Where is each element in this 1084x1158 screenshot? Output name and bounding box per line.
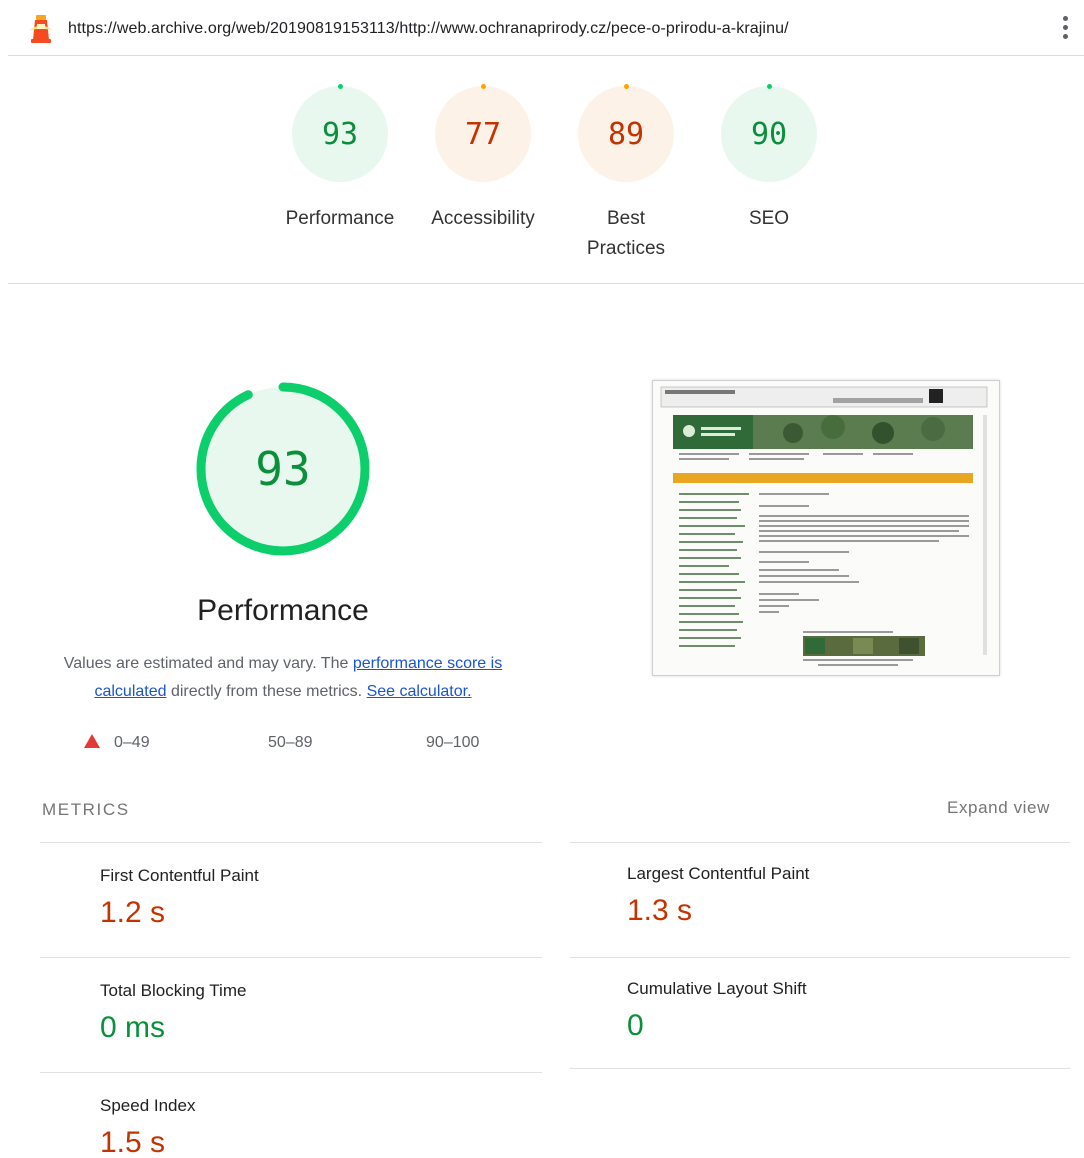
performance-score: 93 bbox=[255, 442, 311, 496]
category-gauges: 93 Performance 77 Accessibility 89 Best … bbox=[0, 56, 1084, 284]
metric-label: Cumulative Layout Shift bbox=[627, 979, 807, 998]
gauge-accessibility[interactable]: 77 Accessibility bbox=[413, 84, 553, 234]
metrics-heading: METRICS bbox=[42, 800, 130, 819]
gauge-score: 89 bbox=[578, 84, 674, 182]
gauge-score: 77 bbox=[435, 84, 531, 182]
more-vert-icon[interactable] bbox=[1060, 16, 1070, 44]
metric-cumulative-layout-shift: Cumulative Layout Shift 0 bbox=[627, 979, 807, 1043]
gauge-best-practices[interactable]: 89 Best Practices bbox=[556, 84, 696, 264]
metric-speed-index: Speed Index 1.5 s bbox=[100, 1096, 195, 1158]
metric-value: 1.3 s bbox=[627, 894, 693, 927]
url-bar: https://web.archive.org/web/201908191531… bbox=[8, 0, 1084, 56]
metric-label: Speed Index bbox=[100, 1096, 196, 1115]
metric-divider bbox=[570, 957, 1070, 958]
metric-value: 0 bbox=[627, 1009, 644, 1042]
score-dot-icon bbox=[767, 84, 772, 89]
red-triangle-icon bbox=[84, 734, 100, 748]
score-dot-icon bbox=[624, 84, 629, 89]
metric-label: Total Blocking Time bbox=[100, 981, 247, 1000]
gauge-label: SEO bbox=[748, 208, 790, 229]
section-divider bbox=[8, 283, 1084, 284]
description-text: directly from these metrics. bbox=[166, 683, 367, 700]
gauge-label: Performance bbox=[285, 208, 395, 229]
gauge-performance[interactable]: 93 Performance bbox=[270, 84, 410, 234]
metric-total-blocking-time: Total Blocking Time 0 ms bbox=[100, 981, 246, 1045]
metric-divider bbox=[570, 1068, 1070, 1069]
gauge-label: Best Practices bbox=[586, 208, 666, 259]
legend-fail-label: 0–49 bbox=[114, 734, 150, 751]
page-url[interactable]: https://web.archive.org/web/201908191531… bbox=[68, 20, 789, 38]
legend-average: 50–89 bbox=[268, 734, 313, 752]
gauge-score-value: 90 bbox=[750, 116, 788, 152]
metric-divider bbox=[40, 957, 542, 958]
lighthouse-icon bbox=[29, 15, 53, 43]
gauge-seo[interactable]: 90 SEO bbox=[699, 84, 839, 234]
expand-view-button[interactable]: Expand view bbox=[947, 798, 1050, 818]
metric-label: Largest Contentful Paint bbox=[627, 864, 810, 883]
description-text: Values are estimated and may vary. The bbox=[63, 655, 353, 672]
metric-value: 1.2 s bbox=[100, 896, 166, 929]
gauge-score-value: 89 bbox=[607, 116, 645, 152]
gauge-score-value: 77 bbox=[464, 116, 502, 152]
gauge-score: 90 bbox=[721, 84, 817, 182]
metric-largest-contentful-paint: Largest Contentful Paint 1.3 s bbox=[627, 864, 809, 928]
final-screenshot[interactable] bbox=[652, 380, 1000, 676]
score-dot-icon bbox=[481, 84, 486, 89]
performance-description: Values are estimated and may vary. The p… bbox=[40, 650, 526, 706]
score-dot-icon bbox=[338, 84, 343, 89]
legend-pass-label: 90–100 bbox=[426, 734, 480, 751]
legend-average-label: 50–89 bbox=[268, 734, 313, 751]
gauge-score: 93 bbox=[292, 84, 388, 182]
see-calculator-link[interactable]: See calculator. bbox=[367, 683, 472, 700]
metric-label: First Contentful Paint bbox=[100, 866, 259, 885]
legend-fail: 0–49 bbox=[84, 734, 150, 752]
legend-pass: 90–100 bbox=[426, 734, 479, 752]
metric-value: 0 ms bbox=[100, 1011, 166, 1044]
metric-value: 1.5 s bbox=[100, 1126, 166, 1158]
gauge-label: Accessibility bbox=[431, 208, 535, 229]
metric-divider bbox=[40, 842, 542, 843]
page-screenshot-image bbox=[653, 381, 999, 675]
metric-divider bbox=[40, 1072, 542, 1073]
performance-title: Performance bbox=[197, 594, 369, 627]
metric-divider bbox=[570, 842, 1070, 843]
metric-first-contentful-paint: First Contentful Paint 1.2 s bbox=[100, 866, 259, 930]
gauge-score-value: 93 bbox=[321, 116, 359, 152]
